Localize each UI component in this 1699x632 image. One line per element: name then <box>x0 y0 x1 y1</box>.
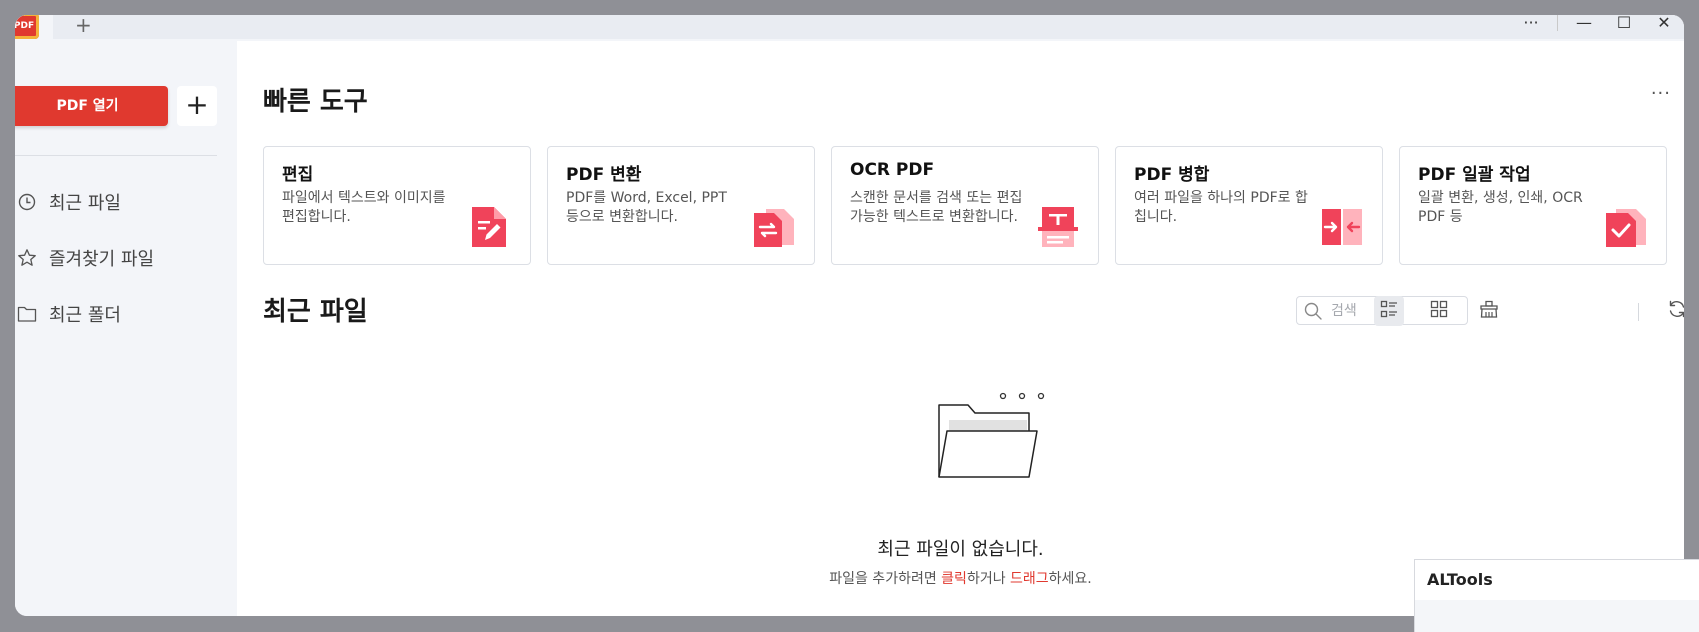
broom-icon <box>1479 300 1499 322</box>
toolbar-divider <box>1638 303 1639 321</box>
tab-strip <box>15 15 1684 39</box>
maximize-button[interactable]: ☐ <box>1604 15 1644 35</box>
main-content: 빠른 도구 ··· 편집 파일에서 텍스트와 이미지를 편집합니다. PDF 변 <box>237 41 1684 616</box>
sidebar-item-favorite-files[interactable]: 즐겨찾기 파일 <box>17 243 154 273</box>
list-view-button[interactable] <box>1374 296 1404 326</box>
empty-folder-icon <box>925 389 1045 489</box>
list-view-icon <box>1380 300 1398 322</box>
empty-state-title: 최근 파일이 없습니다. <box>877 539 1044 560</box>
grid-view-button[interactable] <box>1424 296 1454 326</box>
empty-hint-text: 하거나 <box>966 571 1011 587</box>
quick-tools-cards: 편집 파일에서 텍스트와 이미지를 편집합니다. PDF 변환 PDF를 Wor… <box>263 146 1667 265</box>
new-tab-button[interactable]: + <box>75 15 92 38</box>
window-controls-divider <box>1557 15 1558 31</box>
altools-popup[interactable]: ALTools <box>1414 559 1699 632</box>
card-description: PDF를 Word, Excel, PPT 등으로 변환합니다. <box>566 190 727 225</box>
sidebar-item-recent-files[interactable]: 최근 파일 <box>17 187 121 217</box>
minimize-button[interactable]: — <box>1564 15 1604 35</box>
sidebar-item-label: 최근 파일 <box>49 193 121 214</box>
card-title: OCR PDF <box>850 160 935 180</box>
edit-pdf-icon <box>468 205 512 249</box>
grid-view-icon <box>1430 300 1448 322</box>
tool-card-batch[interactable]: PDF 일괄 작업 일괄 변환, 생성, 인쇄, OCR PDF 등 <box>1399 146 1667 265</box>
card-title: 편집 <box>282 165 314 185</box>
sidebar-item-recent-folders[interactable]: 최근 폴더 <box>17 299 121 329</box>
folder-icon <box>17 304 37 324</box>
app-logo-icon: PDF <box>15 15 39 39</box>
clear-history-button[interactable] <box>1474 296 1504 326</box>
star-icon <box>17 248 37 268</box>
search-icon <box>1303 301 1323 321</box>
drag-link[interactable]: 드래그 <box>1010 571 1049 587</box>
card-title: PDF 일괄 작업 <box>1418 165 1531 185</box>
altools-content <box>1415 600 1699 632</box>
tool-card-convert[interactable]: PDF 변환 PDF를 Word, Excel, PPT 등으로 변환합니다. <box>547 146 815 265</box>
more-menu-button[interactable]: ··· <box>1511 15 1551 35</box>
merge-pdf-icon <box>1320 205 1364 249</box>
card-description: 파일에서 텍스트와 이미지를 편집합니다. <box>282 190 446 225</box>
card-title: PDF 병합 <box>1134 165 1210 185</box>
empty-hint-text: 하세요. <box>1048 571 1092 587</box>
add-button[interactable]: + <box>177 86 217 126</box>
quick-tools-more-button[interactable]: ··· <box>1651 83 1671 104</box>
refresh-icon <box>1667 299 1684 323</box>
tool-card-edit[interactable]: 편집 파일에서 텍스트와 이미지를 편집합니다. <box>263 146 531 265</box>
quick-tools-title: 빠른 도구 <box>263 87 368 117</box>
convert-pdf-icon <box>752 205 796 249</box>
tool-card-ocr[interactable]: OCR PDF 스캔한 문서를 검색 또는 편집 가능한 텍스트로 변환합니다. <box>831 146 1099 265</box>
sidebar-divider <box>15 155 217 156</box>
ocr-pdf-icon <box>1036 205 1080 249</box>
sidebar-item-label: 즐겨찾기 파일 <box>49 249 155 270</box>
tool-card-merge[interactable]: PDF 병합 여러 파일을 하나의 PDF로 합칩니다. <box>1115 146 1383 265</box>
recent-files-title: 최근 파일 <box>263 297 368 327</box>
click-link[interactable]: 클릭 <box>941 571 967 587</box>
open-pdf-button[interactable]: PDF 열기 <box>15 86 168 126</box>
card-description: 스캔한 문서를 검색 또는 편집 가능한 텍스트로 변환합니다. <box>850 190 1023 225</box>
window-controls: ··· — ☐ ✕ <box>1511 15 1684 35</box>
altools-title: ALTools <box>1427 570 1493 589</box>
empty-hint-text: 파일을 추가하려면 <box>829 571 942 587</box>
sidebar: PDF 열기 + 최근 파일 즐겨찾기 파일 최근 폴더 <box>15 41 237 616</box>
refresh-button[interactable] <box>1662 296 1684 326</box>
sidebar-item-label: 최근 폴더 <box>49 305 121 326</box>
active-tab[interactable]: PDF <box>15 15 53 41</box>
card-title: PDF 변환 <box>566 165 642 185</box>
card-description: 여러 파일을 하나의 PDF로 합칩니다. <box>1134 190 1308 225</box>
batch-pdf-icon <box>1604 205 1648 249</box>
title-bar: PDF + ··· — ☐ ✕ <box>15 15 1684 41</box>
card-description: 일괄 변환, 생성, 인쇄, OCR PDF 등 <box>1418 190 1583 225</box>
clock-icon <box>17 192 37 212</box>
app-window: PDF + ··· — ☐ ✕ PDF 열기 + 최근 파일 즐겨찾기 파일 최… <box>15 15 1684 616</box>
close-button[interactable]: ✕ <box>1644 15 1684 35</box>
